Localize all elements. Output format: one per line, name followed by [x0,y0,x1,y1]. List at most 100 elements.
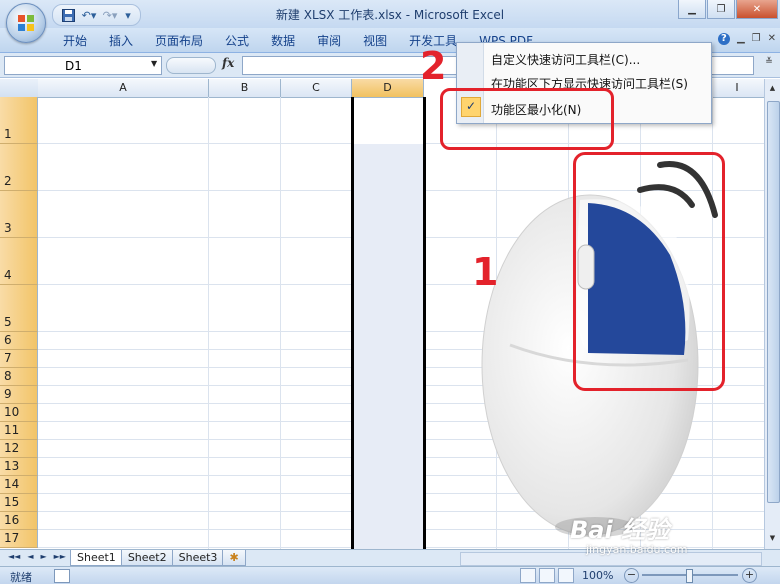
expand-formula-bar-icon[interactable]: ≚ [762,57,776,72]
formula-bar-grip[interactable] [166,57,216,74]
scroll-down-icon[interactable]: ▼ [766,531,779,545]
row-header[interactable]: 17 [0,530,38,548]
row-number: 17 [4,531,20,545]
tab-home[interactable]: 开始 [52,33,98,51]
baidu-watermark: Bai 经验 jingyan.baidu.com [570,510,688,556]
row-header[interactable]: 5 [0,285,38,332]
column-header-i[interactable]: I [710,79,764,98]
undo-icon[interactable]: ↶▾ [80,7,98,23]
tab-review[interactable]: 审阅 [306,33,352,51]
row-number: 2 [4,174,12,188]
chevron-down-icon[interactable]: ▼ [151,59,157,68]
ribbon-close-icon[interactable]: ✕ [768,33,776,45]
select-all-button[interactable] [0,79,39,98]
row-number: 9 [4,387,12,401]
insert-sheet-icon[interactable]: ✱ [222,550,246,566]
macro-record-icon[interactable] [54,569,70,583]
zoom-in-icon[interactable]: + [742,568,757,583]
row-number: 15 [4,495,20,509]
sheet-navigation: ◄◄ ◄ ► ►► [8,552,66,561]
status-bar: 就绪 100% − + [0,566,780,584]
name-box[interactable]: D1 ▼ [4,56,162,75]
row-header[interactable]: 6 [0,332,38,350]
row-number: 12 [4,441,20,455]
row-number: 8 [4,369,12,383]
redo-icon[interactable]: ↷▾ [101,7,119,23]
annotation-step-2: 2 [420,44,447,88]
annotation-step-1: 1 [472,250,499,294]
row-header[interactable]: 7 [0,350,38,368]
row-number: 3 [4,221,12,235]
watermark-url: jingyan.baidu.com [586,543,688,556]
row-number: 14 [4,477,20,491]
maximize-button[interactable]: ❐ [707,0,735,19]
quick-access-toolbar: ↶▾ ↷▾ ▾ [52,4,141,26]
prev-sheet-icon[interactable]: ◄ [27,552,33,561]
first-sheet-icon[interactable]: ◄◄ [8,552,20,561]
row-header[interactable]: 3 [0,191,38,238]
column-header-b[interactable]: B [209,79,281,98]
sheet-tabs: Sheet1 Sheet2 Sheet3 ✱ [70,550,246,566]
row-number: 6 [4,333,12,347]
row-number: 13 [4,459,20,473]
row-header[interactable]: 10 [0,404,38,422]
ribbon-minimize-icon[interactable]: ▁ [737,33,745,45]
office-button[interactable] [6,3,46,43]
row-header[interactable]: 16 [0,512,38,530]
row-number: 4 [4,268,12,282]
row-header[interactable]: 15 [0,494,38,512]
zoom-level[interactable]: 100% [582,569,613,582]
row-number: 10 [4,405,20,419]
tab-formulas[interactable]: 公式 [214,33,260,51]
row-header[interactable]: 13 [0,458,38,476]
scroll-up-icon[interactable]: ▲ [766,81,779,95]
row-number: 11 [4,423,20,437]
tab-data[interactable]: 数据 [260,33,306,51]
close-button[interactable]: ✕ [736,0,778,19]
last-sheet-icon[interactable]: ►► [54,552,66,561]
row-header[interactable]: 14 [0,476,38,494]
help-icon[interactable]: ? [717,33,730,45]
row-header[interactable]: 12 [0,440,38,458]
name-box-value: D1 [65,59,82,73]
row-header[interactable]: 2 [0,144,38,191]
insert-function-icon[interactable]: fx [222,56,234,70]
view-buttons [520,568,574,583]
next-sheet-icon[interactable]: ► [40,552,46,561]
tab-insert[interactable]: 插入 [98,33,144,51]
row-header[interactable]: 9 [0,386,38,404]
vertical-scrollbar[interactable]: ▲ ▼ [764,79,780,549]
selected-column-fill [352,97,424,549]
ribbon-restore-icon[interactable]: ❐ [752,33,761,45]
sheet-tab-2[interactable]: Sheet2 [120,550,174,566]
sheet-tab-3[interactable]: Sheet3 [171,550,225,566]
tab-page-layout[interactable]: 页面布局 [144,33,214,51]
customize-icon[interactable]: ▾ [122,7,134,23]
column-header-c[interactable]: C [281,79,352,98]
row-header[interactable]: 8 [0,368,38,386]
row-header[interactable]: 4 [0,238,38,285]
menu-item-customize-qat[interactable]: 自定义快速访问工具栏(C)... [491,51,640,68]
save-icon[interactable] [59,7,77,23]
annotation-highlight-right-click [573,152,725,391]
column-header-d[interactable]: D [352,79,424,98]
row-number: 7 [4,351,12,365]
sheet-tab-1[interactable]: Sheet1 [70,550,123,566]
tab-view[interactable]: 视图 [352,33,398,51]
gridline [208,97,209,549]
watermark-logo: Bai 经验 [570,516,670,544]
active-cell-d1[interactable] [352,97,424,144]
row-number: 16 [4,513,20,527]
page-layout-view-icon[interactable] [539,568,555,583]
row-header[interactable]: 11 [0,422,38,440]
column-header-a[interactable]: A [38,79,209,98]
zoom-out-icon[interactable]: − [624,568,639,583]
minimize-button[interactable]: ▁ [678,0,706,19]
row-header[interactable]: 1 [0,97,38,144]
vertical-scroll-thumb[interactable] [767,101,780,503]
ribbon-window-controls: ? ▁ ❐ ✕ [717,33,776,45]
zoom-slider-knob[interactable] [686,569,693,583]
normal-view-icon[interactable] [520,568,536,583]
selection-border-right [423,97,426,549]
page-break-view-icon[interactable] [558,568,574,583]
